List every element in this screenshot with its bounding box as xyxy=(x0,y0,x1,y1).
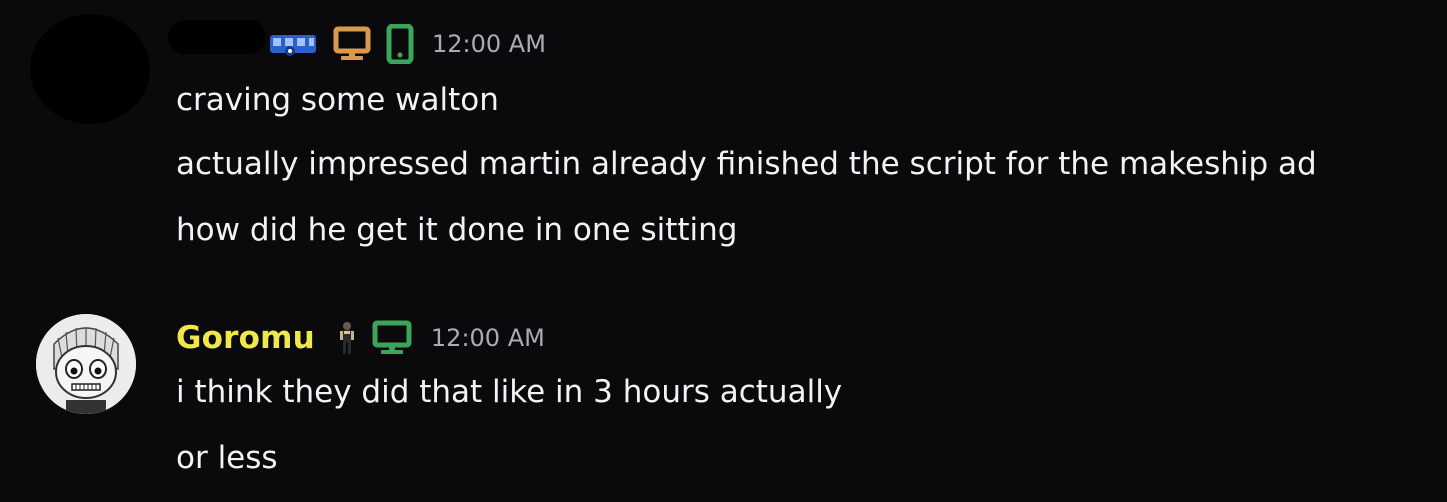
character-figure-icon[interactable] xyxy=(337,320,357,356)
message-text: i think they did that like in 3 hours ac… xyxy=(176,374,843,410)
desktop-icon[interactable] xyxy=(371,320,413,356)
desktop-icon[interactable] xyxy=(332,26,372,62)
message-text: or less xyxy=(176,440,278,476)
chat-log: 12:00 AM craving some walton actually im… xyxy=(0,0,1447,502)
username-redacted[interactable] xyxy=(168,20,266,54)
timestamp[interactable]: 12:00 AM xyxy=(431,324,545,352)
avatar[interactable] xyxy=(36,314,136,414)
mobile-icon[interactable] xyxy=(386,24,414,64)
message-group: 12:00 AM craving some walton actually im… xyxy=(0,0,1447,280)
message-group: Goromu 12:00 AM i think they did that li… xyxy=(0,292,1447,502)
username[interactable]: Goromu xyxy=(176,320,315,356)
message-text: how did he get it done in one sitting xyxy=(176,212,738,248)
timestamp[interactable]: 12:00 AM xyxy=(432,30,546,58)
avatar[interactable] xyxy=(30,14,150,124)
message-text: craving some walton xyxy=(176,82,499,118)
message-header: Goromu 12:00 AM xyxy=(176,318,545,358)
message-text: actually impressed martin already finish… xyxy=(176,146,1317,182)
message-header: 12:00 AM xyxy=(268,24,546,64)
blue-mascot-icon[interactable] xyxy=(268,29,318,59)
